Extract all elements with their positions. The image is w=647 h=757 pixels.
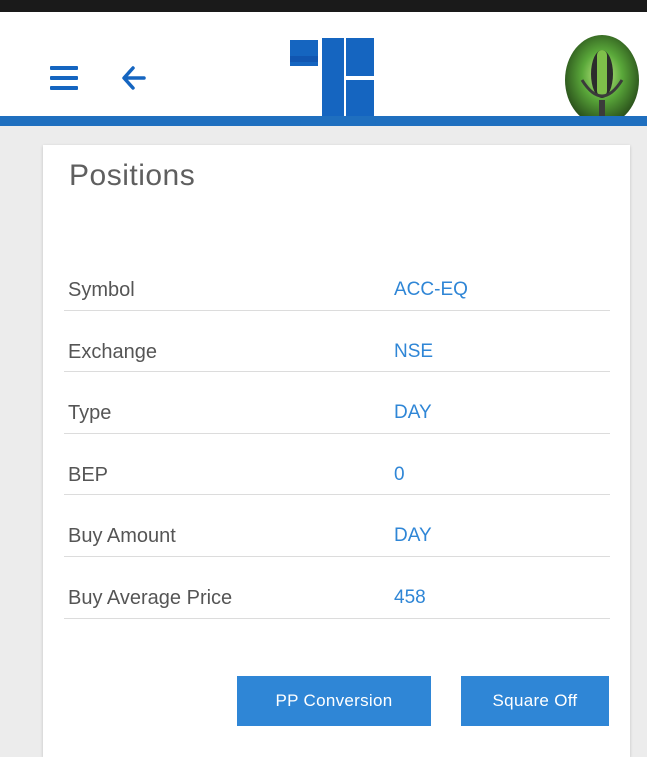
- detail-value: NSE: [394, 340, 434, 362]
- positions-card: Positions Symbol ACC-EQ Exchange NSE Typ…: [43, 145, 630, 757]
- detail-row-buy-average-price: Buy Average Price 458: [64, 557, 610, 619]
- back-arrow-icon[interactable]: [116, 60, 152, 96]
- detail-value: 0: [394, 463, 405, 485]
- detail-label: BEP: [68, 463, 109, 486]
- profile-avatar[interactable]: [564, 34, 640, 126]
- detail-value: ACC-EQ: [394, 279, 468, 300]
- detail-row-symbol: Symbol ACC-EQ: [64, 249, 610, 311]
- detail-label: Symbol: [68, 279, 135, 301]
- detail-label: Type: [68, 402, 112, 425]
- page-title: Positions: [69, 159, 196, 192]
- position-details-list: Symbol ACC-EQ Exchange NSE Type DAY BEP …: [64, 249, 610, 619]
- detail-label: Exchange: [68, 340, 157, 363]
- pp-conversion-button[interactable]: PP Conversion: [237, 676, 431, 726]
- detail-row-buy-amount: Buy Amount DAY: [64, 495, 610, 557]
- top-strip: [0, 0, 647, 12]
- detail-label: Buy Amount: [68, 525, 176, 548]
- hamburger-menu-icon[interactable]: [50, 66, 78, 90]
- detail-row-type: Type DAY: [64, 372, 610, 434]
- detail-row-bep: BEP 0: [64, 434, 610, 496]
- detail-value: DAY: [394, 525, 432, 547]
- detail-value: 458: [394, 586, 426, 608]
- detail-value: DAY: [394, 402, 432, 424]
- brand-logo: [290, 38, 376, 118]
- detail-label: Buy Average Price: [68, 586, 233, 609]
- detail-row-exchange: Exchange NSE: [64, 311, 610, 373]
- square-off-button[interactable]: Square Off: [461, 676, 609, 726]
- app-header: [0, 12, 647, 125]
